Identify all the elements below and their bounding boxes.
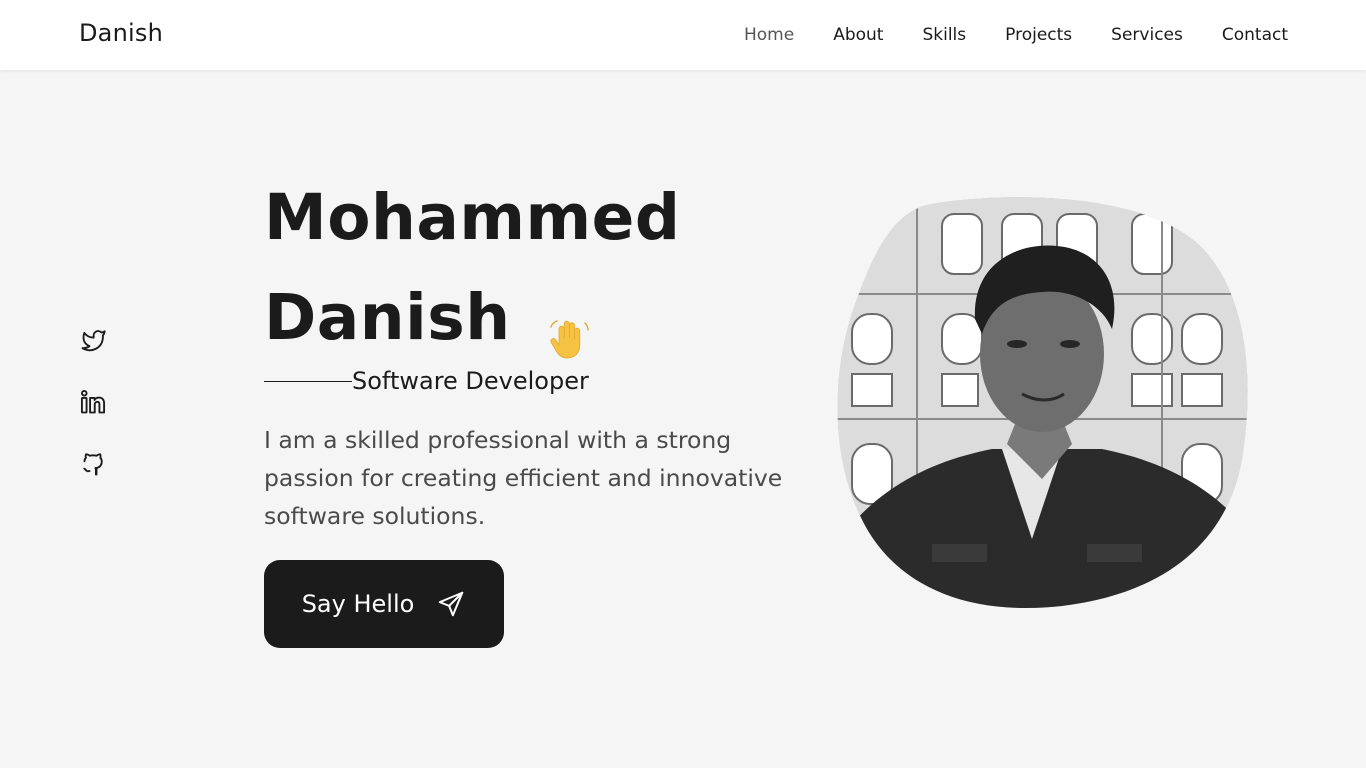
- hero-description: I am a skilled professional with a stron…: [264, 426, 783, 530]
- send-icon: [436, 589, 466, 619]
- nav-skills[interactable]: Skills: [922, 24, 966, 46]
- header: Danish Home About Skills Projects Servic…: [0, 0, 1366, 70]
- logo[interactable]: Danish: [79, 19, 163, 47]
- hero-subtitle: Software Developer: [264, 367, 589, 395]
- nav-about[interactable]: About: [833, 24, 883, 46]
- social-links: [79, 326, 107, 512]
- hero-name-line1: Mohammed: [264, 181, 681, 254]
- linkedin-icon[interactable]: [79, 388, 107, 416]
- waving-hand-icon: [545, 292, 593, 359]
- say-hello-label: Say Hello: [301, 590, 415, 618]
- subtitle-text: Software Developer: [352, 367, 589, 395]
- say-hello-button[interactable]: Say Hello: [264, 560, 504, 648]
- hero-heading: Mohammed Danish: [264, 168, 784, 368]
- nav-projects[interactable]: Projects: [1005, 24, 1072, 46]
- twitter-icon[interactable]: [79, 326, 107, 354]
- profile-photo: [832, 194, 1252, 614]
- subtitle-divider: [264, 380, 352, 382]
- github-icon[interactable]: [79, 450, 107, 478]
- main-nav: Home About Skills Projects Services Cont…: [705, 24, 1288, 46]
- hero-name-line2: Danish: [264, 281, 511, 354]
- nav-services[interactable]: Services: [1111, 24, 1183, 46]
- nav-contact[interactable]: Contact: [1222, 24, 1288, 46]
- nav-home[interactable]: Home: [744, 24, 794, 46]
- hero-name-line2-row: Danish: [264, 268, 784, 368]
